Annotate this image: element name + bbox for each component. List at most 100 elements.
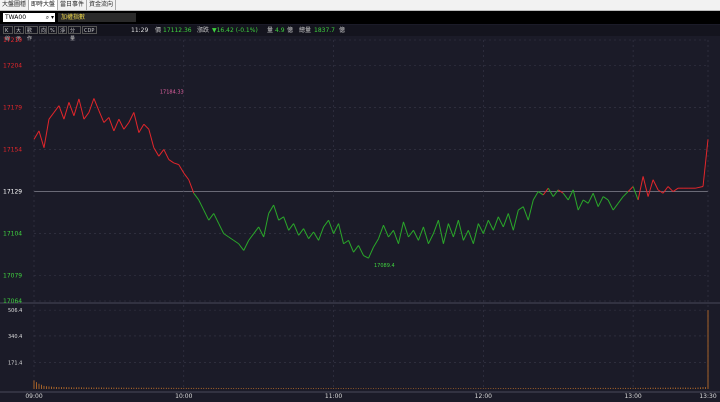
price-segment xyxy=(647,179,654,197)
price-segment xyxy=(288,223,295,231)
magnifier-icon[interactable]: ⌕ ▾ xyxy=(46,13,54,22)
tab-1[interactable]: 即時大盤 xyxy=(29,0,59,10)
tool-button-6[interactable]: 分量 xyxy=(68,26,81,42)
tab-0[interactable]: 大盤圖穩 xyxy=(0,0,30,10)
price-segment xyxy=(452,220,459,238)
price-segment xyxy=(243,240,250,251)
price-segment xyxy=(597,196,604,207)
price-segment xyxy=(695,186,704,189)
price-segment xyxy=(627,186,634,192)
x-tick-label: 09:00 xyxy=(25,393,42,400)
price-segment xyxy=(48,112,55,120)
price-segment xyxy=(462,230,469,241)
price-segment xyxy=(617,196,624,204)
price-segment xyxy=(218,223,225,234)
price-segment xyxy=(467,230,474,244)
change-value: ▼16.42 (-0.1%) xyxy=(212,27,258,34)
price-segment xyxy=(562,192,569,201)
price-segment xyxy=(278,216,284,221)
price-segment xyxy=(283,216,290,231)
price-segment xyxy=(532,191,539,201)
price-segment xyxy=(392,230,399,244)
y-tick-label: 17204 xyxy=(3,62,22,69)
toolbar: TWA00 ⌕ ▾ 加權指數 xyxy=(0,11,720,24)
price-segment xyxy=(502,213,509,228)
price-segment xyxy=(203,209,210,221)
symbol-value: TWA00 xyxy=(5,14,27,21)
price-segment xyxy=(518,206,524,211)
price-segment xyxy=(138,123,145,133)
price-segment xyxy=(373,238,379,248)
price-segment xyxy=(537,191,544,196)
tool-button-1[interactable]: 大示 xyxy=(14,26,24,42)
symbol-input[interactable]: TWA00 ⌕ ▾ xyxy=(3,13,55,22)
price-segment xyxy=(78,98,85,120)
price-segment xyxy=(113,118,120,132)
volume-tick-label: 171.4 xyxy=(8,360,22,366)
price-segment xyxy=(482,220,489,234)
price-segment xyxy=(273,204,280,221)
price-segment xyxy=(38,130,45,148)
price-segment xyxy=(622,191,629,197)
price-segment xyxy=(457,220,464,241)
current-time: 11:29 xyxy=(131,27,149,34)
price-segment xyxy=(103,117,110,123)
price-segment xyxy=(497,216,504,228)
price-segment xyxy=(183,172,190,181)
price-segment xyxy=(368,246,374,259)
total-value: 1837.7 xyxy=(314,27,335,34)
price-segment xyxy=(123,122,130,130)
volume-value: 4.9 xyxy=(275,27,285,34)
tool-button-7[interactable]: CDP xyxy=(82,26,97,34)
price-segment xyxy=(193,192,200,201)
price-segment xyxy=(667,186,674,192)
price-segment xyxy=(168,159,175,164)
price-segment xyxy=(43,119,50,148)
tool-button-2[interactable]: 歡作 xyxy=(25,26,38,42)
tab-3[interactable]: 資金流向 xyxy=(87,0,117,10)
tool-button-3[interactable]: 向 xyxy=(39,26,47,34)
price-segment xyxy=(88,98,95,113)
y-tick-label: 17154 xyxy=(3,146,22,153)
y-tick-label: 17219 xyxy=(3,37,22,44)
tab-bar: 大盤圖穩 即時大盤 當日事件 資金流向 xyxy=(0,0,720,11)
price-segment xyxy=(582,199,589,204)
y-tick-label: 17064 xyxy=(3,298,22,305)
price-segment xyxy=(358,245,364,256)
tool-button-4[interactable]: % xyxy=(48,26,57,34)
volume-tick-label: 506.4 xyxy=(8,308,22,314)
info-bar: K線 大示 歡作向% 淨分量 CDP 11:29 價 17112.36 漲跌 ▼16.4… xyxy=(0,25,720,42)
price-value: 17112.36 xyxy=(163,27,192,34)
intraday-chart[interactable]: 17219 17204 17179 17154 17129 17104 17079 17064… xyxy=(0,36,720,402)
tool-button-5[interactable]: 淨 xyxy=(58,26,67,34)
price-segment xyxy=(133,112,140,133)
volume-tick-label: 340.4 xyxy=(8,334,22,340)
y-tick-label: 17179 xyxy=(3,104,22,111)
price-segment xyxy=(522,206,529,221)
price-segment xyxy=(153,147,160,157)
price-segment xyxy=(108,117,115,132)
tab-2[interactable]: 當日事件 xyxy=(58,0,88,10)
price-segment xyxy=(33,130,40,140)
price-segment xyxy=(507,213,514,231)
price-segment xyxy=(148,129,155,148)
price-segment xyxy=(58,105,65,120)
price-segment xyxy=(333,223,339,234)
price-segment xyxy=(427,233,434,244)
change-label: 漲跌 xyxy=(197,27,210,34)
price-segment xyxy=(552,189,559,197)
x-tick-label: 12:00 xyxy=(475,393,492,400)
price-segment xyxy=(422,226,429,244)
price-segment xyxy=(258,226,265,238)
tool-button-0[interactable]: K線 xyxy=(3,26,13,42)
price-segment xyxy=(437,220,444,244)
price-segment xyxy=(233,239,239,245)
price-segment xyxy=(268,204,275,214)
price-segment xyxy=(672,187,679,192)
price-segment xyxy=(298,228,305,236)
price-segment xyxy=(143,123,150,130)
price-segment xyxy=(572,189,579,211)
price-segment xyxy=(118,118,125,130)
price-segment xyxy=(607,199,614,211)
price-segment xyxy=(702,139,709,187)
